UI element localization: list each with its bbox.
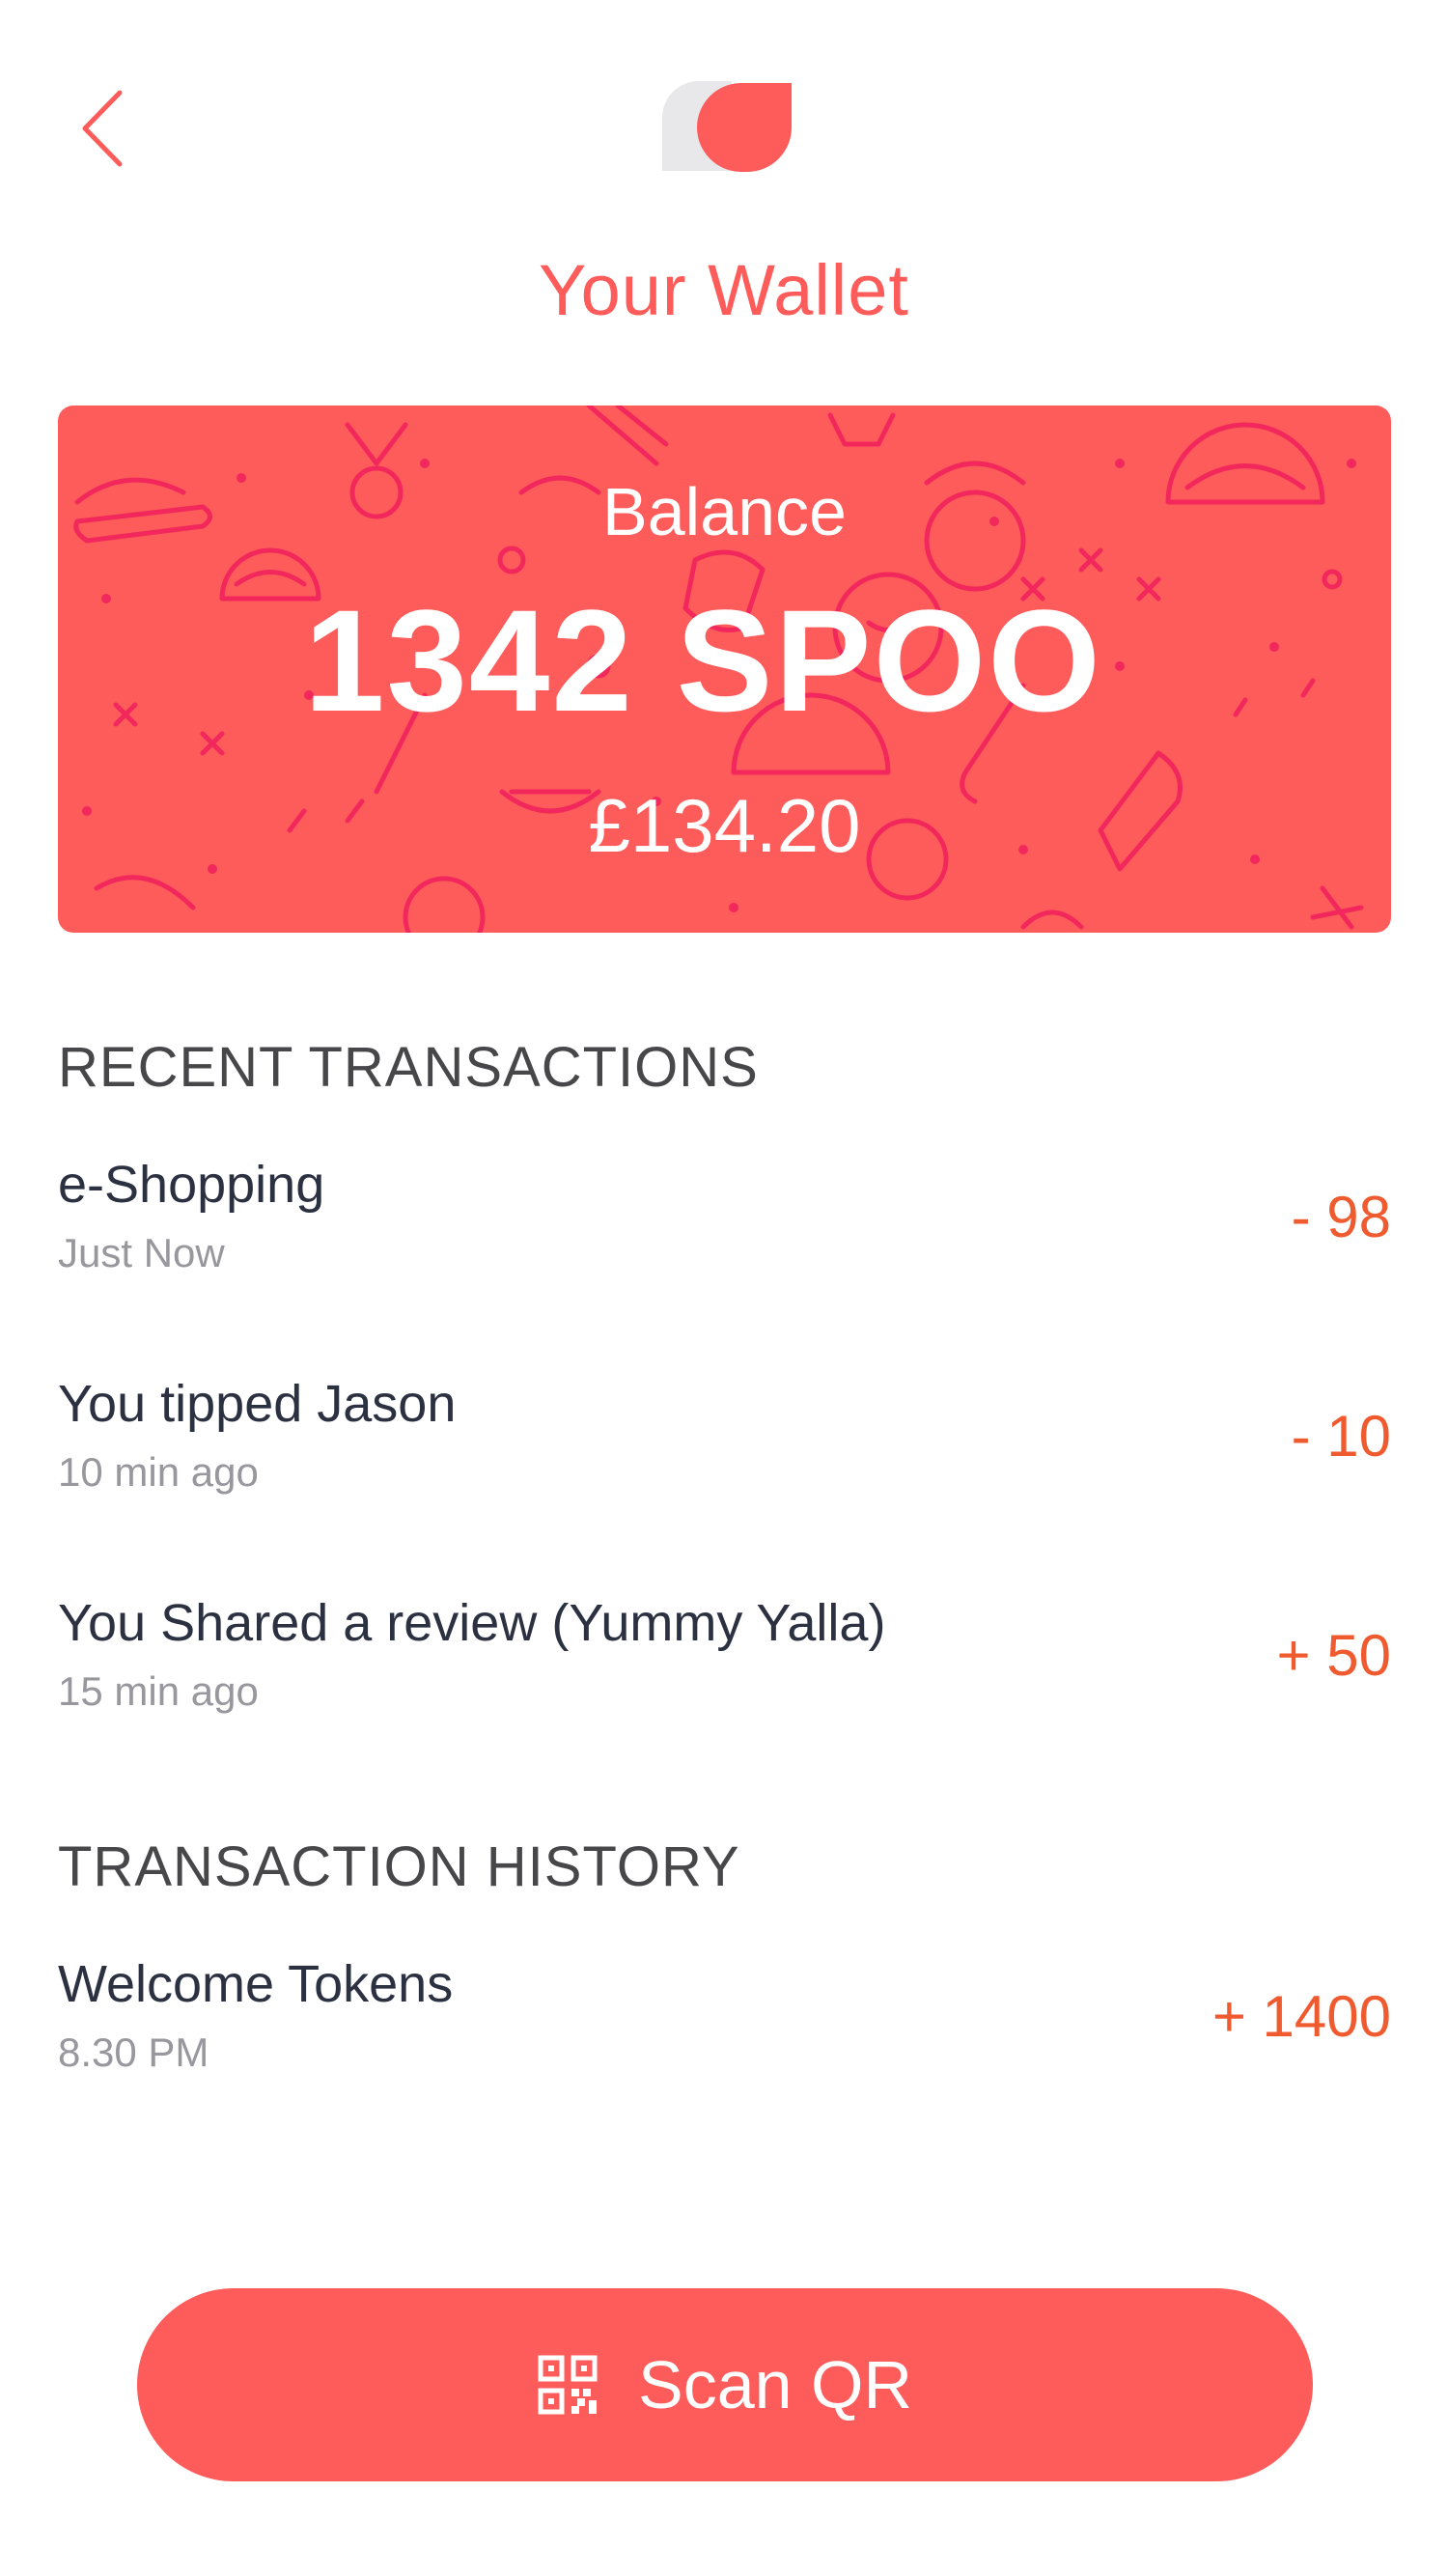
transaction-time: Just Now: [58, 1230, 225, 1275]
scan-qr-label: Scan QR: [638, 2347, 912, 2422]
page-title: Your Wallet: [539, 250, 909, 330]
transaction-row[interactable]: e-Shopping Just Now - 98: [58, 1155, 1391, 1300]
qr-code-icon: [538, 2355, 598, 2415]
transaction-title: You Shared a review (Yummy Yalla): [58, 1594, 886, 1652]
transaction-amount: + 50: [1276, 1623, 1391, 1688]
transaction-amount: - 98: [1291, 1185, 1391, 1249]
recent-transactions-heading: RECENT TRANSACTIONS: [58, 1036, 759, 1099]
transaction-title: e-Shopping: [58, 1156, 325, 1214]
wallet-screen: Your Wallet Balance 1342 SPOO £134.20 RE…: [0, 0, 1448, 2576]
transaction-title: Welcome Tokens: [58, 1955, 454, 2013]
transaction-history-heading: TRANSACTION HISTORY: [58, 1835, 740, 1898]
back-button[interactable]: [70, 85, 147, 172]
transaction-row[interactable]: You Shared a review (Yummy Yalla) 15 min…: [58, 1593, 1391, 1738]
transaction-time: 10 min ago: [58, 1449, 259, 1495]
transaction-row[interactable]: Welcome Tokens 8.30 PM + 1400: [58, 1954, 1391, 2099]
transaction-title: You tipped Jason: [58, 1375, 457, 1433]
chevron-left-icon: [82, 90, 123, 167]
app-logo-icon: [656, 79, 796, 176]
transaction-amount: + 1400: [1211, 1984, 1391, 2049]
transaction-time: 15 min ago: [58, 1668, 259, 1714]
transaction-amount: - 10: [1291, 1404, 1391, 1469]
balance-label: Balance: [602, 474, 847, 549]
transaction-row[interactable]: You tipped Jason 10 min ago - 10: [58, 1374, 1391, 1519]
scan-qr-button[interactable]: Scan QR: [137, 2288, 1313, 2481]
transaction-time: 8.30 PM: [58, 2030, 209, 2075]
balance-token-amount: 1342 SPOO: [304, 579, 1102, 742]
balance-fiat-amount: £134.20: [588, 783, 861, 868]
balance-card: Balance 1342 SPOO £134.20: [58, 406, 1391, 933]
